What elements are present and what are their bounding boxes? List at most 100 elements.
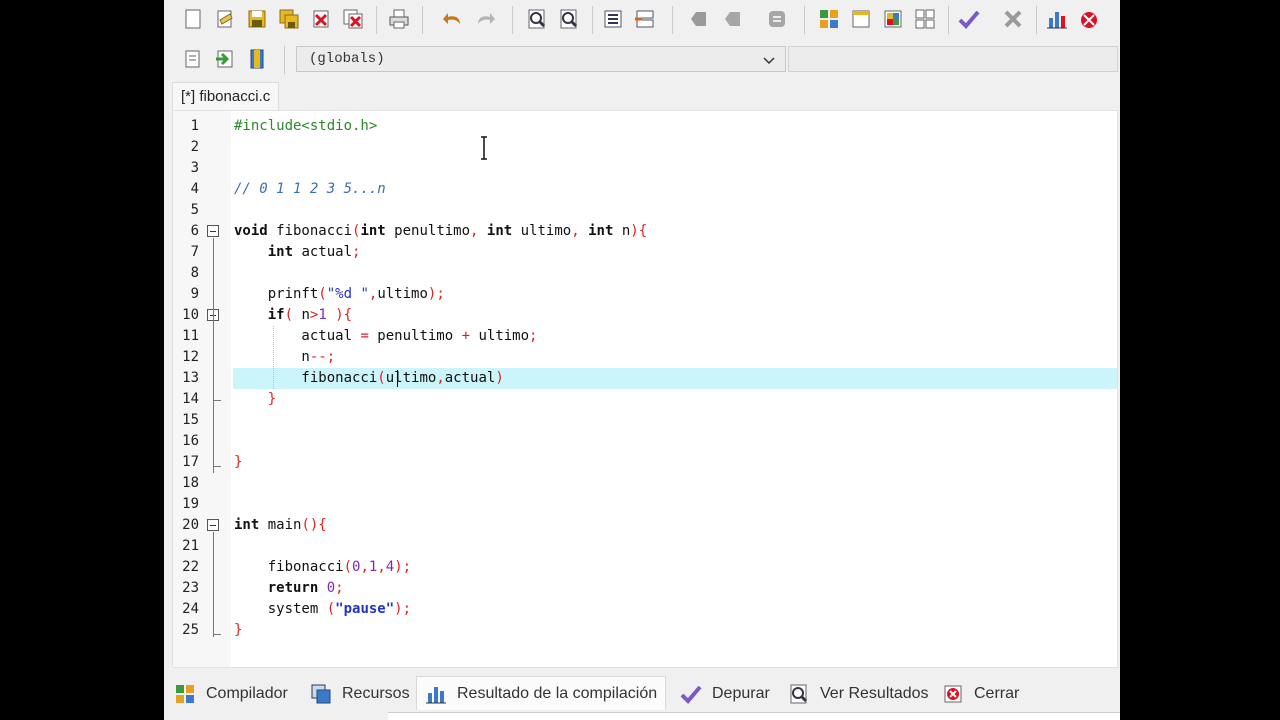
code-token: int — [267, 244, 294, 260]
code-line[interactable]: 2 — [173, 137, 1117, 158]
code-line[interactable]: 1 #include<stdio.h> — [173, 116, 1117, 137]
code-line[interactable]: 3 — [173, 158, 1117, 179]
tab-ver-resultados[interactable]: Ver Resultados — [788, 678, 929, 710]
bookmark-back-icon[interactable] — [686, 6, 712, 32]
check-icon[interactable] — [956, 6, 982, 32]
grid-icon[interactable] — [816, 6, 842, 32]
line-number: 16 — [182, 433, 199, 449]
undo-icon[interactable] — [440, 6, 466, 32]
code-token: ; — [529, 328, 538, 344]
line-number: 6 — [190, 223, 199, 239]
code-token: fibonacci — [267, 223, 353, 239]
code-line[interactable]: 18 — [173, 473, 1117, 494]
goto-icon[interactable] — [180, 46, 206, 72]
code-token: actual — [234, 328, 361, 344]
colors-icon[interactable] — [880, 6, 906, 32]
toolbar-separator — [422, 6, 423, 34]
chart-icon[interactable] — [1044, 6, 1070, 32]
code-token: 0 — [326, 580, 336, 596]
code-text: // 0 1 1 2 3 5...n — [233, 179, 1117, 200]
code-line[interactable]: 17} — [173, 452, 1117, 473]
replace-icon[interactable] — [556, 6, 582, 32]
tab-recursos[interactable]: Recursos — [310, 678, 410, 710]
code-line[interactable]: 4 // 0 1 1 2 3 5...n — [173, 179, 1117, 200]
code-line[interactable]: 8 — [173, 263, 1117, 284]
code-line[interactable]: 22 fibonacci(0,1,4); — [173, 557, 1117, 578]
code-line[interactable]: 24 system ("pause"); — [173, 599, 1117, 620]
code-line[interactable]: 25} — [173, 620, 1117, 641]
bookmark-icon[interactable] — [720, 6, 746, 32]
tab-cerrar[interactable]: Cerrar — [942, 678, 1019, 710]
code-text: #include<stdio.h> — [233, 116, 1117, 137]
open-file-icon[interactable] — [212, 6, 238, 32]
redo-icon[interactable] — [472, 6, 498, 32]
print-icon[interactable] — [386, 6, 412, 32]
tab-resultado-compilacion[interactable]: Resultado de la compilación — [416, 676, 667, 710]
find-icon[interactable] — [524, 6, 550, 32]
code-line[interactable]: 11 actual = penultimo + ultimo; — [173, 326, 1117, 347]
chart-icon — [426, 686, 446, 703]
code-token: ( — [377, 370, 386, 386]
code-line[interactable]: 15 — [173, 410, 1117, 431]
code-line[interactable]: 21 — [173, 536, 1117, 557]
fold-end — [213, 400, 221, 401]
tab-compilador[interactable]: Compilador — [174, 678, 288, 710]
code-line[interactable]: 20 int main(){ — [173, 515, 1117, 536]
code-token: n — [234, 349, 310, 365]
code-line[interactable]: 6 void fibonacci(int penultimo, int ultim… — [173, 221, 1117, 242]
code-line[interactable]: 7 int actual; — [173, 242, 1117, 263]
unindent-icon[interactable] — [632, 6, 658, 32]
secondary-toolbar: (globals) — [164, 40, 1120, 78]
code-token: actual — [444, 370, 496, 386]
code-token: + — [461, 328, 471, 344]
tiles-icon[interactable] — [912, 6, 938, 32]
code-token: return — [267, 580, 319, 596]
code-line[interactable]: 10 if( n>1 ){ — [173, 305, 1117, 326]
window-icon[interactable] — [848, 6, 874, 32]
code-token: , — [571, 223, 580, 239]
code-line[interactable]: 13 fibonacci(ultimo,actual) — [173, 368, 1117, 389]
main-toolbar — [164, 0, 1120, 40]
code-line[interactable]: 14 } — [173, 389, 1117, 410]
code-token: int — [360, 223, 386, 239]
symbol-combobox[interactable] — [788, 46, 1118, 72]
text-cursor-icon — [481, 136, 487, 160]
close-icon[interactable] — [1000, 6, 1026, 32]
line-number: 20 — [182, 517, 199, 533]
close-all-icon[interactable] — [340, 6, 366, 32]
indent-icon[interactable] — [600, 6, 626, 32]
code-line[interactable]: 5 — [173, 200, 1117, 221]
code-line[interactable]: 19 — [173, 494, 1117, 515]
line-number: 3 — [190, 160, 199, 176]
code-editor[interactable]: 1 #include<stdio.h> 2 3 4// 0 1 1 2 3 5...n 5… — [172, 110, 1118, 668]
tab-depurar[interactable]: Depurar — [680, 678, 770, 710]
code-text: } — [233, 389, 1117, 410]
code-line[interactable]: 12 n--; — [173, 347, 1117, 368]
code-line[interactable]: 9 prinft("%d ",ultimo); — [173, 284, 1117, 305]
tab-fibonacci[interactable]: [*] fibonacci.c — [172, 82, 280, 110]
code-token: , — [436, 370, 445, 386]
new-file-icon[interactable] — [180, 6, 206, 32]
close-file-icon[interactable] — [308, 6, 334, 32]
fold-toggle-icon[interactable] — [207, 225, 219, 237]
code-token: } — [267, 391, 277, 407]
code-line[interactable]: 23 return 0; — [173, 578, 1117, 599]
save-icon[interactable] — [244, 6, 270, 32]
insert-icon[interactable] — [212, 46, 238, 72]
toggle-icon[interactable] — [244, 46, 270, 72]
toggle-bookmark-icon[interactable] — [764, 6, 790, 32]
editor-tabs: [*] fibonacci.c — [164, 80, 1120, 110]
scope-combobox[interactable]: (globals) — [296, 46, 786, 72]
code-line[interactable]: 16 — [173, 431, 1117, 452]
debug-icon[interactable] — [1076, 6, 1102, 32]
toolbar-separator — [948, 6, 949, 34]
save-all-icon[interactable] — [276, 6, 302, 32]
fold-toggle-icon[interactable] — [207, 519, 219, 531]
